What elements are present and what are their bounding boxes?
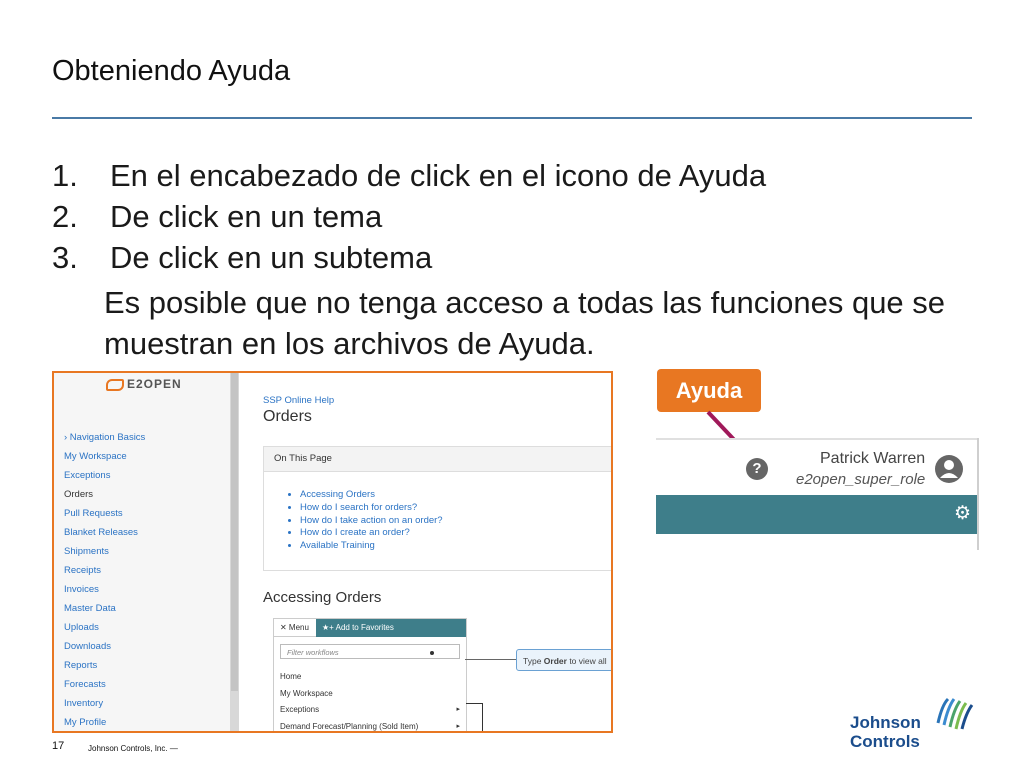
- step-text: De click en un subtema: [110, 240, 433, 275]
- nav-item-master-data[interactable]: Master Data: [64, 599, 145, 618]
- tooltip-callout: Type Order to view all: [516, 649, 611, 671]
- mini-menu-item-label: My Workspace: [280, 688, 333, 698]
- ayuda-callout-badge: Ayuda: [657, 369, 761, 412]
- gear-icon[interactable]: ⚙: [954, 503, 971, 525]
- step-text: De click en un tema: [110, 199, 383, 234]
- submenu-bracket: [466, 703, 483, 731]
- section-title: Accessing Orders: [263, 589, 382, 606]
- tooltip-suffix: to view all: [566, 656, 607, 666]
- step-3: 3. De click en un subtema: [52, 237, 766, 278]
- mini-menu-item[interactable]: My Workspace: [280, 686, 460, 703]
- mini-menu-item[interactable]: Home: [280, 669, 460, 686]
- tooltip-connector-line: [465, 659, 520, 660]
- nav-item-shipments[interactable]: Shipments: [64, 542, 145, 561]
- step-number: 1.: [52, 158, 78, 193]
- pointer-dot-icon: [430, 651, 434, 655]
- e2open-logo-text: E2OPEN: [127, 377, 182, 391]
- nav-item-exceptions[interactable]: Exceptions: [64, 466, 145, 485]
- screenshot-edge: [977, 438, 979, 550]
- steps-list: 1. En el encabezado de click en el icono…: [52, 155, 766, 278]
- help-sidebar: E2OPEN › Navigation Basics My Workspace …: [54, 373, 230, 731]
- submenu-arrow-icon: ▸: [456, 722, 460, 730]
- mini-menu-item-label: Demand Forecast/Planning (Sold Item): [280, 721, 419, 731]
- nav-item-reports[interactable]: Reports: [64, 656, 145, 675]
- mini-menu-screenshot: ✕ Menu ★+ Add to Favorites Filter workfl…: [273, 618, 467, 732]
- step-number: 3.: [52, 240, 78, 275]
- nav-item-orders[interactable]: Orders: [64, 485, 145, 504]
- help-page-screenshot: E2OPEN › Navigation Basics My Workspace …: [52, 371, 613, 733]
- menu-button[interactable]: ✕ Menu: [274, 619, 316, 637]
- help-icon[interactable]: ?: [746, 458, 768, 480]
- user-name: Patrick Warren: [820, 450, 926, 467]
- johnson-controls-logo: Johnson Controls: [850, 695, 980, 755]
- mini-menu-item-label: Home: [280, 672, 302, 681]
- nav-item-navigation-basics[interactable]: › Navigation Basics: [64, 428, 145, 447]
- tooltip-prefix: Type: [523, 656, 544, 666]
- mini-menu-item[interactable]: Demand Forecast/Planning (Sold Item) ▸: [280, 719, 460, 732]
- page-title: Orders: [263, 408, 312, 425]
- breadcrumb[interactable]: SSP Online Help: [263, 395, 334, 406]
- johnson-controls-wordmark: Johnson Controls: [850, 713, 921, 751]
- e2open-logo-mark: [106, 378, 124, 391]
- slide-title: Obteniendo Ayuda: [52, 55, 291, 87]
- e2open-logo: E2OPEN: [106, 377, 182, 391]
- user-avatar-icon[interactable]: [934, 454, 964, 484]
- mini-menu-item[interactable]: Exceptions ▸: [280, 702, 460, 719]
- company-footer: Johnson Controls, Inc. —: [88, 744, 178, 753]
- link-create-order[interactable]: How do I create an order?: [300, 527, 443, 540]
- nav-item-uploads[interactable]: Uploads: [64, 618, 145, 637]
- user-role: e2open_super_role: [796, 471, 926, 488]
- title-divider: [52, 117, 972, 119]
- submenu-arrow-icon: ▸: [456, 706, 460, 713]
- filter-placeholder: Filter workflows: [287, 648, 339, 657]
- page-number: 17: [52, 740, 65, 752]
- nav-item-inventory[interactable]: Inventory: [64, 694, 145, 713]
- access-note: Es posible que no tenga acceso a todas l…: [104, 285, 946, 361]
- step-number: 2.: [52, 199, 78, 234]
- nav-item-invoices[interactable]: Invoices: [64, 580, 145, 599]
- link-available-training[interactable]: Available Training: [300, 540, 443, 553]
- scrollbar-thumb[interactable]: [231, 373, 238, 691]
- add-to-favorites-button[interactable]: ★+ Add to Favorites: [316, 619, 466, 637]
- app-toolbar: ⚙: [656, 495, 979, 534]
- help-content: SSP Online Help Orders On This Page Acce…: [239, 373, 611, 731]
- on-this-page-links: Accessing Orders How do I search for ord…: [264, 489, 443, 553]
- filter-workflows-input[interactable]: Filter workflows: [280, 644, 460, 659]
- link-accessing-orders[interactable]: Accessing Orders: [300, 489, 443, 502]
- nav-item-my-workspace[interactable]: My Workspace: [64, 447, 145, 466]
- sidebar-scrollbar[interactable]: [230, 373, 239, 731]
- nav-item-my-profile[interactable]: My Profile: [64, 713, 145, 731]
- app-header: ? Patrick Warren e2open_super_role: [656, 438, 979, 498]
- step-1: 1. En el encabezado de click en el icono…: [52, 155, 766, 196]
- nav-item-forecasts[interactable]: Forecasts: [64, 675, 145, 694]
- mini-menu-bar: ✕ Menu ★+ Add to Favorites: [274, 619, 466, 637]
- tooltip-bold: Order: [543, 656, 567, 666]
- step-text: En el encabezado de click en el icono de…: [110, 158, 767, 193]
- help-nav: › Navigation Basics My Workspace Excepti…: [64, 428, 145, 731]
- mini-menu-item-label: Exceptions: [280, 705, 320, 714]
- nav-item-downloads[interactable]: Downloads: [64, 637, 145, 656]
- header-screenshot: ? Patrick Warren e2open_super_role ⚙: [656, 438, 979, 550]
- link-search-orders[interactable]: How do I search for orders?: [300, 502, 443, 515]
- step-2: 2. De click en un tema: [52, 196, 766, 237]
- nav-item-receipts[interactable]: Receipts: [64, 561, 145, 580]
- link-take-action[interactable]: How do I take action on an order?: [300, 515, 443, 528]
- on-this-page-box: On This Page Accessing Orders How do I s…: [263, 446, 611, 571]
- nav-item-pull-requests[interactable]: Pull Requests: [64, 504, 145, 523]
- nav-item-blanket-releases[interactable]: Blanket Releases: [64, 523, 145, 542]
- mini-menu-list: Home My Workspace Exceptions ▸ Demand For…: [280, 669, 460, 732]
- on-this-page-heading: On This Page: [264, 447, 611, 472]
